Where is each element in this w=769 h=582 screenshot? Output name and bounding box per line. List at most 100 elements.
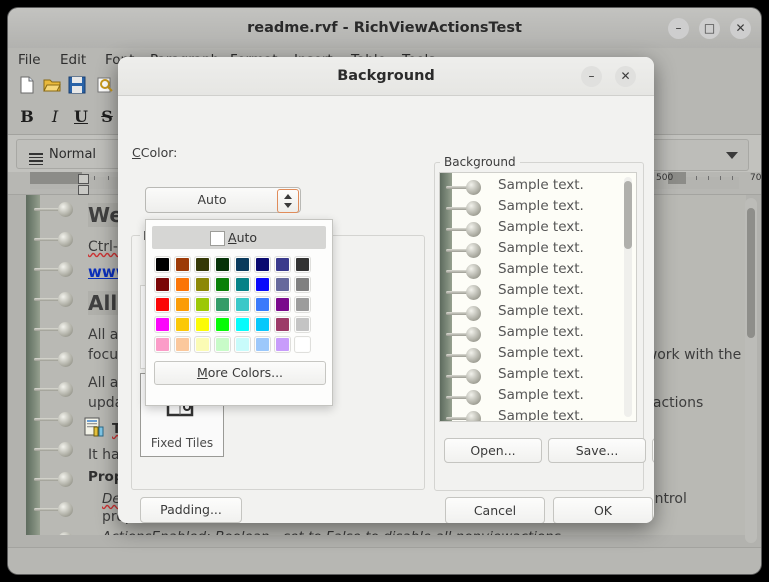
page-clip-icon bbox=[34, 321, 80, 338]
color-swatch-4-2[interactable] bbox=[194, 336, 211, 353]
menu-edit[interactable]: Edit bbox=[60, 48, 86, 72]
color-swatch-3-0[interactable] bbox=[154, 316, 171, 333]
more-colors-rest: ore Colors... bbox=[207, 365, 284, 380]
maximize-button[interactable]: □ bbox=[699, 18, 720, 39]
color-spinner[interactable] bbox=[277, 189, 299, 213]
color-swatch-2-5[interactable] bbox=[254, 296, 271, 313]
color-swatch-0-6[interactable] bbox=[274, 256, 291, 273]
color-swatch-4-6[interactable] bbox=[274, 336, 291, 353]
preview-line: Sample text. bbox=[498, 387, 584, 403]
save-button[interactable]: Save... bbox=[548, 438, 646, 463]
page-clip-icon bbox=[34, 501, 80, 518]
color-swatch-1-6[interactable] bbox=[274, 276, 291, 293]
cancel-button[interactable]: Cancel bbox=[445, 497, 545, 523]
color-swatch-2-3[interactable] bbox=[214, 296, 231, 313]
main-titlebar: readme.rvf - RichViewActionsTest – □ ✕ bbox=[8, 8, 761, 49]
color-swatch-3-6[interactable] bbox=[274, 316, 291, 333]
underline-button[interactable]: U bbox=[70, 105, 92, 129]
ok-button[interactable]: OK bbox=[553, 497, 653, 523]
color-swatch-2-4[interactable] bbox=[234, 296, 251, 313]
color-swatch-3-5[interactable] bbox=[254, 316, 271, 333]
new-document-icon[interactable] bbox=[16, 76, 38, 98]
minimize-button[interactable]: – bbox=[668, 18, 689, 39]
color-swatch-0-1[interactable] bbox=[174, 256, 191, 273]
more-colors-button[interactable]: More Colors... bbox=[154, 361, 326, 385]
preview-scrollbar[interactable] bbox=[624, 177, 632, 417]
clear-button[interactable]: Clear bbox=[652, 438, 654, 463]
color-swatch-1-4[interactable] bbox=[234, 276, 251, 293]
paragraph-style-icon bbox=[29, 153, 43, 166]
fixed-tiles-label: Fixed Tiles bbox=[150, 436, 214, 450]
dialog-minimize-button[interactable]: – bbox=[581, 66, 602, 87]
padding-button[interactable]: Padding... bbox=[140, 497, 242, 523]
status-bar bbox=[8, 547, 761, 574]
page-clip-icon bbox=[34, 471, 80, 488]
color-swatch-4-7[interactable] bbox=[294, 336, 311, 353]
document-vertical-scrollbar[interactable] bbox=[745, 198, 757, 543]
open-folder-icon[interactable] bbox=[41, 76, 63, 98]
color-swatch-0-3[interactable] bbox=[214, 256, 231, 273]
color-swatch-1-1[interactable] bbox=[174, 276, 191, 293]
color-swatch-2-7[interactable] bbox=[294, 296, 311, 313]
color-swatch-4-5[interactable] bbox=[254, 336, 271, 353]
preview-line: Sample text. bbox=[498, 408, 584, 422]
color-swatch-3-7[interactable] bbox=[294, 316, 311, 333]
component-icon bbox=[84, 417, 106, 439]
ruler-indent-marker-bottom[interactable] bbox=[78, 185, 89, 195]
color-swatch-0-2[interactable] bbox=[194, 256, 211, 273]
preview-clip-icon bbox=[446, 179, 486, 195]
color-swatch-0-0[interactable] bbox=[154, 256, 171, 273]
color-swatch-2-2[interactable] bbox=[194, 296, 211, 313]
strikethrough-button[interactable]: S bbox=[96, 105, 118, 129]
bold-button[interactable]: B bbox=[16, 105, 38, 129]
color-dropdown-popup[interactable]: Auto More Colors... bbox=[145, 219, 333, 406]
color-combo[interactable]: Auto bbox=[145, 187, 301, 213]
color-swatch-3-3[interactable] bbox=[214, 316, 231, 333]
color-swatch-0-5[interactable] bbox=[254, 256, 271, 273]
preview-clip-icon bbox=[446, 347, 486, 363]
color-swatch-4-4[interactable] bbox=[234, 336, 251, 353]
preview-clip-icon bbox=[446, 200, 486, 216]
color-swatch-3-1[interactable] bbox=[174, 316, 191, 333]
preview-clip-icon bbox=[446, 305, 486, 321]
print-preview-icon[interactable] bbox=[94, 76, 116, 98]
color-swatch-3-2[interactable] bbox=[194, 316, 211, 333]
dialog-close-button[interactable]: ✕ bbox=[615, 66, 636, 87]
preview-line: Sample text. bbox=[498, 345, 584, 361]
background-preview[interactable]: Sample text. Sample text. Sample text. Samp… bbox=[439, 172, 637, 422]
preview-clip-icon bbox=[446, 284, 486, 300]
color-swatch-4-1[interactable] bbox=[174, 336, 191, 353]
preview-clip-icon bbox=[446, 410, 486, 421]
color-swatch-2-1[interactable] bbox=[174, 296, 191, 313]
menu-file[interactable]: File bbox=[18, 48, 41, 72]
color-swatch-4-3[interactable] bbox=[214, 336, 231, 353]
color-swatch-1-3[interactable] bbox=[214, 276, 231, 293]
close-button[interactable]: ✕ bbox=[730, 18, 751, 39]
open-button[interactable]: Open... bbox=[444, 438, 542, 463]
preview-line: Sample text. bbox=[498, 240, 584, 256]
color-swatch-1-0[interactable] bbox=[154, 276, 171, 293]
italic-button[interactable]: I bbox=[44, 105, 66, 129]
color-swatch-0-4[interactable] bbox=[234, 256, 251, 273]
preview-line: Sample text. bbox=[498, 177, 584, 193]
color-swatch-1-2[interactable] bbox=[194, 276, 211, 293]
color-swatch-3-4[interactable] bbox=[234, 316, 251, 333]
scrollbar-thumb[interactable] bbox=[747, 208, 755, 338]
color-swatch-2-0[interactable] bbox=[154, 296, 171, 313]
color-swatch-4-0[interactable] bbox=[154, 336, 171, 353]
preview-line: Sample text. bbox=[498, 198, 584, 214]
preview-clip-icon bbox=[446, 389, 486, 405]
preview-scrollbar-thumb[interactable] bbox=[624, 181, 632, 249]
color-swatch-2-6[interactable] bbox=[274, 296, 291, 313]
color-auto-option[interactable]: Auto bbox=[152, 226, 326, 249]
page-clip-icon bbox=[34, 231, 80, 248]
preview-line: Sample text. bbox=[498, 282, 584, 298]
ruler-indent-marker-top[interactable] bbox=[78, 174, 89, 184]
color-swatch-1-7[interactable] bbox=[294, 276, 311, 293]
color-swatch-grid[interactable] bbox=[154, 256, 332, 356]
preview-line: Sample text. bbox=[498, 366, 584, 382]
save-disk-icon[interactable] bbox=[66, 76, 88, 98]
color-swatch-0-7[interactable] bbox=[294, 256, 311, 273]
color-swatch-1-5[interactable] bbox=[254, 276, 271, 293]
paragraph-style-value: Normal bbox=[49, 147, 97, 162]
